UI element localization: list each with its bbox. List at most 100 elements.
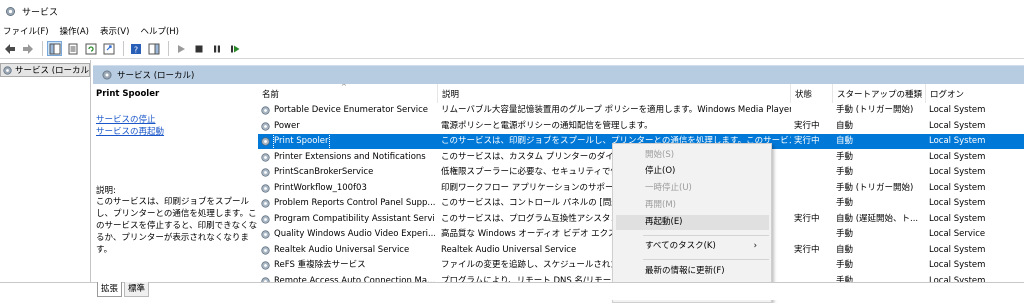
- cell-status: [794, 150, 834, 165]
- services-gear-icon: [102, 70, 112, 80]
- title-bar: サービス: [0, 0, 1024, 22]
- cell-logon: Local System: [929, 275, 986, 283]
- service-gear-icon: [261, 137, 270, 146]
- toolbar-separator: [123, 41, 124, 56]
- properties-icon: [68, 43, 77, 54]
- refresh-toolbar-button[interactable]: [83, 41, 98, 56]
- menu-item-all-tasks[interactable]: すべてのタスク(K) ›: [616, 239, 769, 254]
- forward-button[interactable]: [20, 41, 35, 56]
- cell-name: ReFS 重複除去サービス: [260, 258, 435, 273]
- toolbar: ?: [0, 39, 1024, 59]
- service-gear-icon: [261, 106, 270, 115]
- table-row[interactable]: Power 電源ポリシーと電源ポリシーの通知配信を管理します。 実行中 自動 Local…: [258, 119, 1024, 134]
- back-button[interactable]: [2, 41, 17, 56]
- column-header-description[interactable]: 説明: [438, 84, 791, 103]
- cell-startup-type: 手動: [836, 260, 854, 270]
- cell-startup-type: 自動: [836, 136, 854, 146]
- console-tree: サービス (ローカル): [0, 60, 91, 282]
- stop-service-button[interactable]: [191, 41, 206, 56]
- start-service-button[interactable]: [173, 41, 188, 56]
- cell-name: Program Compatibility Assistant Servi...: [260, 212, 435, 227]
- service-gear-icon: [261, 152, 270, 162]
- services-gear-icon: [6, 6, 15, 16]
- menu-item-start[interactable]: 開始(S): [616, 148, 769, 163]
- play-icon: [177, 44, 185, 53]
- pause-service-button[interactable]: [209, 41, 224, 56]
- cell-startup-type: 手動 (トリガー開始): [836, 105, 914, 115]
- help-icon: ?: [130, 43, 141, 54]
- cell-startup-type: 手動: [836, 275, 854, 283]
- service-gear-icon: [261, 261, 270, 270]
- cell-name: Printer Extensions and Notifications: [260, 150, 435, 165]
- tab-extended[interactable]: 拡張: [97, 282, 123, 297]
- tree-item-label: サービス (ローカル): [15, 66, 90, 76]
- refresh-icon: [85, 43, 96, 54]
- cell-logon: Local System: [929, 213, 986, 224]
- back-arrow-icon: [4, 43, 15, 54]
- service-name: Realtek Audio Universal Service: [274, 244, 410, 255]
- tab-standard[interactable]: 標準: [124, 282, 150, 297]
- cell-status: [794, 181, 834, 196]
- service-gear-icon: [261, 199, 270, 208]
- properties-toolbar-button[interactable]: [65, 41, 80, 56]
- cell-name: Quality Windows Audio Video Experi...: [260, 227, 435, 242]
- service-name: Portable Device Enumerator Service: [274, 105, 429, 115]
- menu-action[interactable]: 操作(A): [60, 25, 89, 37]
- export-icon: [103, 43, 114, 54]
- pause-icon: [213, 45, 220, 52]
- description-label: 説明:: [96, 186, 116, 196]
- cell-name: Portable Device Enumerator Service: [260, 103, 435, 118]
- cell-name: Power: [260, 119, 435, 134]
- restart-service-button[interactable]: [227, 41, 242, 56]
- column-header-startup-type[interactable]: スタートアップの種類: [833, 84, 926, 103]
- menu-help[interactable]: ヘルプ(H): [140, 25, 179, 37]
- column-header-name[interactable]: 名前 ^: [258, 84, 438, 103]
- table-row[interactable]: Portable Device Enumerator Service リムーバブル…: [258, 103, 1024, 118]
- menu-view[interactable]: 表示(V): [100, 25, 129, 37]
- service-name: ReFS 重複除去サービス: [274, 260, 366, 270]
- menu-item-pause[interactable]: 一時停止(U): [616, 181, 769, 196]
- column-header-status[interactable]: 状態: [791, 84, 833, 103]
- column-header-startup-label: スタートアップの種類: [837, 89, 923, 100]
- service-gear-icon: [261, 230, 270, 239]
- cell-logon: Local System: [929, 167, 986, 177]
- menu-item-refresh[interactable]: 最新の情報に更新(F): [616, 264, 769, 279]
- cell-logon: Local System: [929, 136, 986, 146]
- service-gear-icon: [261, 214, 270, 224]
- action-pane-icon: [148, 43, 159, 54]
- menu-file[interactable]: ファイル(F): [3, 25, 49, 37]
- svg-text:?: ?: [133, 45, 137, 54]
- cell-logon: Local System: [929, 260, 986, 270]
- stop-icon: [195, 45, 202, 52]
- column-header-logon[interactable]: ログオン: [926, 84, 1024, 103]
- window-title: サービス: [22, 7, 59, 18]
- restart-service-link[interactable]: サービスの再起動: [96, 125, 164, 137]
- cell-status: [794, 103, 834, 118]
- show-hide-console-tree-button[interactable]: [47, 41, 62, 56]
- menu-item-resume[interactable]: 再開(M): [616, 198, 769, 213]
- extended-detail-panel: Print Spooler サービスの停止 サービスの再起動 説明: このサービ…: [93, 84, 257, 282]
- services-pane: サービス (ローカル) Print Spooler サービスの停止 サービスの再…: [93, 60, 1024, 282]
- menu-item-restart[interactable]: 再起動(E): [616, 215, 769, 230]
- service-name: Print Spooler: [273, 134, 330, 149]
- toolbar-separator: [42, 41, 43, 56]
- view-tabs: 拡張 標準: [0, 282, 1024, 300]
- tree-item-services-local[interactable]: サービス (ローカル): [0, 63, 90, 77]
- cell-logon: Local System: [929, 198, 986, 208]
- cell-logon: Local System: [929, 105, 986, 115]
- cell-status: 実行中: [794, 120, 820, 131]
- service-gear-icon: [261, 121, 270, 131]
- export-list-button[interactable]: [101, 41, 116, 56]
- show-action-pane-button[interactable]: [146, 41, 161, 56]
- help-toolbar-button[interactable]: ?: [128, 41, 143, 56]
- service-name: PrintWorkflow_100f03: [274, 182, 367, 193]
- cell-status: 実行中: [794, 244, 820, 255]
- cell-startup-type: 手動: [836, 151, 854, 162]
- cell-status: [794, 196, 834, 211]
- cell-status: [794, 274, 834, 283]
- cell-logon: Local System: [929, 151, 986, 162]
- menu-item-stop[interactable]: 停止(O): [616, 164, 769, 179]
- service-name: Problem Reports Control Panel Supp...: [274, 198, 435, 208]
- sort-ascending-icon: ^: [341, 84, 347, 91]
- stop-service-link[interactable]: サービスの停止: [96, 113, 156, 125]
